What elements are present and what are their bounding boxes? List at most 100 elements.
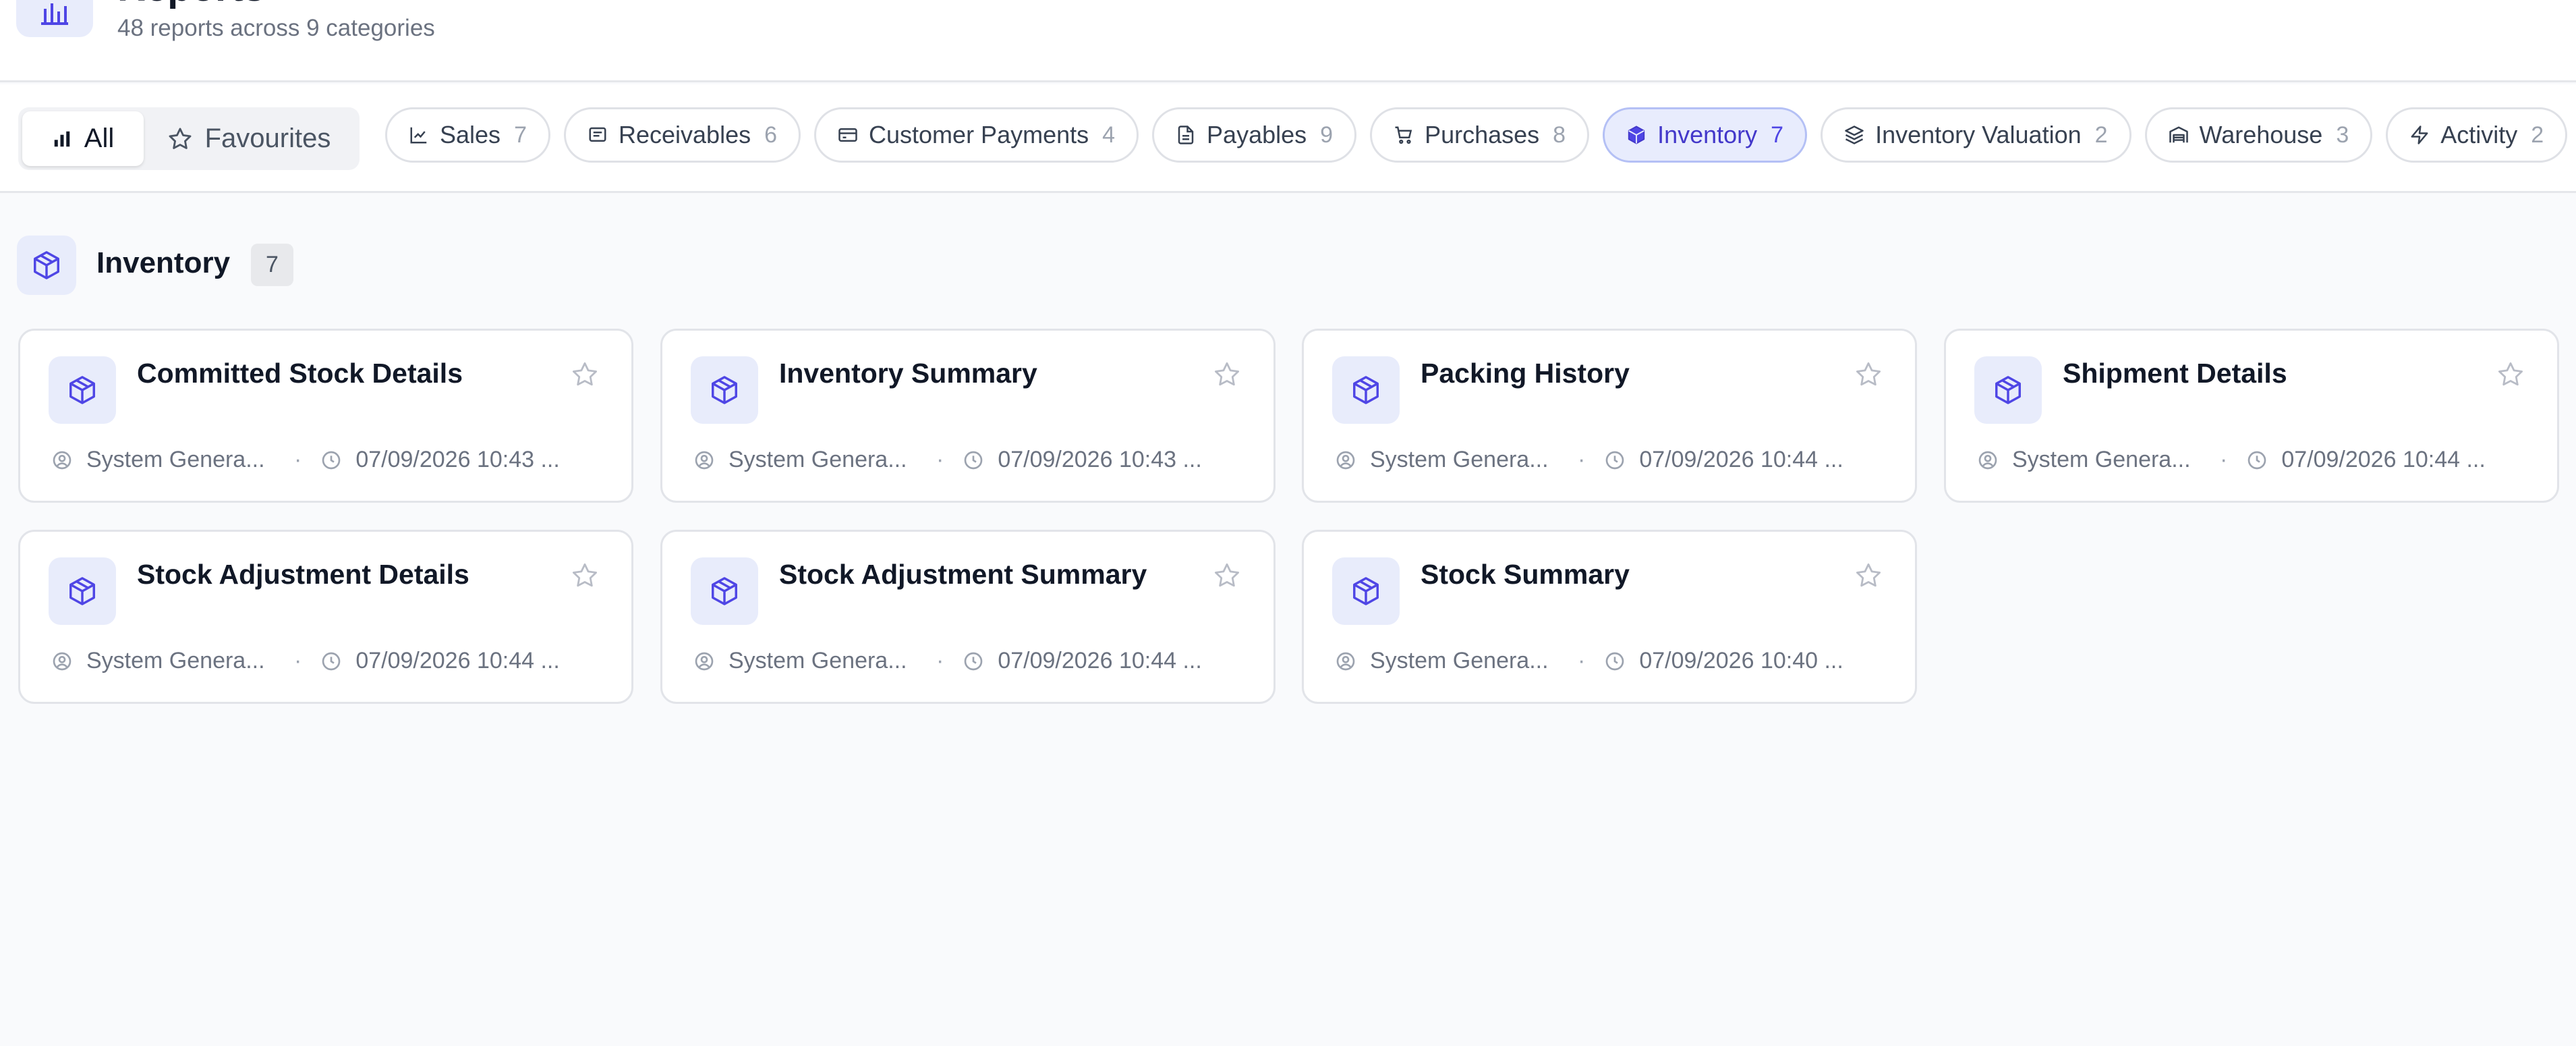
favourite-star-icon[interactable] [571,561,599,593]
favourite-star-icon[interactable] [1854,360,1883,392]
report-card[interactable]: Shipment Details System Genera... · 07/0… [1944,329,2559,503]
filter-bar: All Favourites Sales 7 Receivables 6 Cus… [0,84,2576,193]
report-title: Stock Adjustment Details [137,559,469,590]
chip-count: 2 [2094,121,2108,148]
report-author: System Genera... [1370,447,1549,472]
report-date: 07/09/2026 10:40 ... [1639,648,1843,673]
chip-label: Inventory Valuation [1875,121,2082,148]
warehouse-icon [2169,126,2188,143]
report-card[interactable]: Inventory Summary System Genera... · 07/… [660,329,1276,503]
favourite-star-icon[interactable] [571,360,599,392]
message-square-icon [589,127,606,142]
report-title: Shipment Details [2063,358,2287,389]
report-card[interactable]: Stock Summary System Genera... · 07/09/2… [1302,530,1917,704]
chip-label: Sales [440,121,501,148]
user-circle-icon [695,652,714,670]
report-author: System Genera... [86,447,265,472]
chip-label: Activity [2440,121,2518,148]
user-circle-icon [53,652,71,670]
report-meta: System Genera... · 07/09/2026 10:44 ... [1335,447,1843,473]
trend-line-icon [410,127,427,144]
favourite-star-icon[interactable] [1213,561,1241,593]
report-meta: System Genera... · 07/09/2026 10:43 ... [51,447,560,473]
favourite-star-icon[interactable] [2496,360,2525,392]
package-icon [1332,356,1400,424]
meta-separator: · [1578,648,1586,673]
chip-count: 2 [2531,121,2544,148]
report-meta: System Genera... · 07/09/2026 10:43 ... [693,447,1202,473]
chip-label: Warehouse [2199,121,2323,148]
meta-separator: · [294,648,302,673]
package-icon [1974,356,2042,424]
report-date: 07/09/2026 10:44 ... [2281,447,2486,472]
package-icon [691,557,758,625]
clock-icon [2248,451,2266,469]
chip-receivables[interactable]: Receivables 6 [563,107,801,163]
clock-icon [1605,451,1624,469]
report-date: 07/09/2026 10:43 ... [355,447,560,472]
chip-count: 9 [1320,121,1334,148]
report-meta: System Genera... · 07/09/2026 10:44 ... [51,648,560,674]
clock-icon [322,652,341,670]
bar-chart-icon [54,131,70,146]
favourites-button[interactable]: Favourites [148,111,350,166]
section-title: Inventory [96,246,231,279]
chip-purchases[interactable]: Purchases 8 [1370,107,1590,163]
chip-label: Purchases [1425,121,1540,148]
star-icon [169,128,192,149]
chip-inventory-valuation[interactable]: Inventory Valuation 2 [1821,107,2131,163]
user-circle-icon [53,451,71,469]
report-card[interactable]: Stock Adjustment Details System Genera..… [18,530,633,704]
report-card[interactable]: Committed Stock Details System Genera...… [18,329,633,503]
page-title: Reports [117,0,265,10]
chip-label: Receivables [618,121,751,148]
package-icon [691,356,758,424]
report-card[interactable]: Packing History System Genera... · 07/09… [1302,329,1917,503]
report-date: 07/09/2026 10:44 ... [1639,447,1843,472]
chip-warehouse[interactable]: Warehouse 3 [2144,107,2373,163]
favourite-star-icon[interactable] [1213,360,1241,392]
chip-count: 4 [1102,121,1116,148]
chip-label: Customer Payments [869,121,1089,148]
all-reports-label: All [84,123,115,153]
page-subtitle: 48 reports across 9 categories [117,15,435,41]
page-header: Reports 48 reports across 9 categories [0,0,2576,82]
chip-count: 3 [2336,121,2349,148]
chip-label: Payables [1207,121,1307,148]
clock-icon [1605,652,1624,670]
user-circle-icon [695,451,714,469]
report-title: Stock Adjustment Summary [779,559,1147,590]
report-author: System Genera... [728,648,907,673]
chip-count: 6 [764,121,778,148]
report-title: Packing History [1421,358,1630,389]
report-author: System Genera... [86,648,265,673]
credit-card-icon [838,128,857,142]
user-circle-icon [1336,652,1355,670]
report-title: Committed Stock Details [137,358,463,389]
all-reports-button[interactable]: All [22,111,144,166]
shopping-cart-icon [1395,126,1412,144]
report-meta: System Genera... · 07/09/2026 10:44 ... [1977,447,2486,473]
chip-count: 8 [1553,121,1566,148]
report-author: System Genera... [728,447,907,472]
chip-inventory[interactable]: Inventory 7 [1603,107,1808,163]
package-icon [1332,557,1400,625]
chip-activity[interactable]: Activity 2 [2386,107,2568,163]
chip-label: Inventory [1657,121,1758,148]
package-icon [49,557,116,625]
meta-separator: · [294,447,302,472]
zap-icon [2411,126,2428,144]
report-author: System Genera... [1370,648,1549,673]
report-card[interactable]: Stock Adjustment Summary System Genera..… [660,530,1276,704]
clock-icon [964,652,983,670]
chip-payables[interactable]: Payables 9 [1152,107,1357,163]
report-date: 07/09/2026 10:43 ... [998,447,1202,472]
chip-sales[interactable]: Sales 7 [385,107,550,163]
user-circle-icon [1336,451,1355,469]
report-meta: System Genera... · 07/09/2026 10:44 ... [693,648,1202,674]
clock-icon [322,451,341,469]
chip-customer-payments[interactable]: Customer Payments 4 [814,107,1139,163]
file-text-icon [1178,126,1194,144]
package-icon [49,356,116,424]
favourite-star-icon[interactable] [1854,561,1883,593]
